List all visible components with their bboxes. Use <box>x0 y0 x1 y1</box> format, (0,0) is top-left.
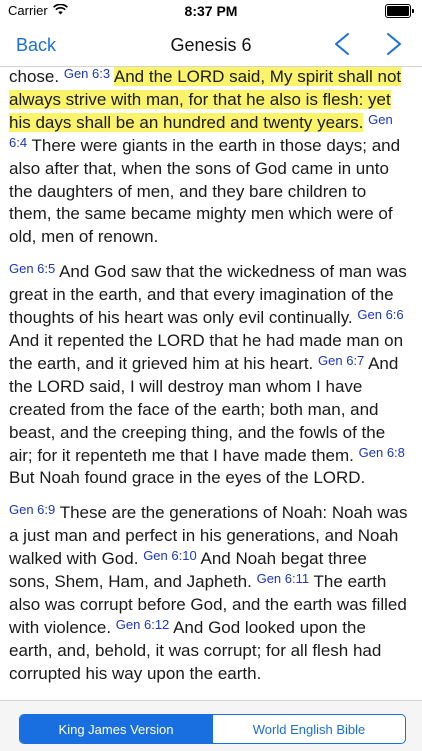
battery-icon <box>385 4 411 18</box>
version-option-kjv[interactable]: King James Version <box>20 715 212 743</box>
verse-reference[interactable]: Gen 6:11 <box>257 571 310 586</box>
previous-chapter-button[interactable] <box>329 30 355 58</box>
scripture-content: chose. Gen 6:3 And the LORD said, My spi… <box>0 66 422 686</box>
status-right <box>385 4 414 18</box>
passage-paragraph: chose. Gen 6:3 And the LORD said, My spi… <box>9 66 412 249</box>
next-chapter-button[interactable] <box>381 30 407 58</box>
verse-text: But Noah found grace in the eyes of the … <box>9 468 366 488</box>
verse-reference[interactable]: Gen 6:3 <box>64 66 110 81</box>
passage-paragraph: Gen 6:5 And God saw that the wickedness … <box>9 261 412 490</box>
verse-reference[interactable]: Gen 6:8 <box>359 445 405 460</box>
battery-fill <box>387 6 409 16</box>
verse-text: There were giants in the earth in those … <box>9 135 401 247</box>
verse-reference[interactable]: Gen 6:5 <box>9 261 55 276</box>
scripture-view[interactable]: chose. Gen 6:3 And the LORD said, My spi… <box>0 66 422 700</box>
verse-reference[interactable]: Gen 6:10 <box>143 548 197 563</box>
verse-text: chose. <box>9 67 60 86</box>
verse-reference[interactable]: Gen 6:9 <box>9 502 55 517</box>
verse-reference[interactable]: Gen 6:6 <box>357 307 403 322</box>
verse-reference[interactable]: Gen 6:12 <box>116 617 170 632</box>
nav-bar: Back Genesis 6 <box>0 22 422 67</box>
version-selector: King James Version World English Bible <box>19 714 406 744</box>
bottom-toolbar: King James Version World English Bible <box>0 700 422 751</box>
battery-tip <box>412 9 414 13</box>
version-option-web[interactable]: World English Bible <box>212 715 405 743</box>
verse-reference[interactable]: Gen 6:7 <box>318 353 364 368</box>
status-bar: Carrier 8:37 PM <box>0 0 422 22</box>
chevron-right-icon <box>387 33 401 55</box>
chapter-title: Genesis 6 <box>170 35 252 55</box>
verse-text: And God saw that the wickedness of man w… <box>9 262 407 328</box>
passage-paragraph: Gen 6:9 These are the generations of Noa… <box>9 502 412 685</box>
chevron-left-icon <box>335 33 349 55</box>
status-time: 8:37 PM <box>184 3 238 19</box>
